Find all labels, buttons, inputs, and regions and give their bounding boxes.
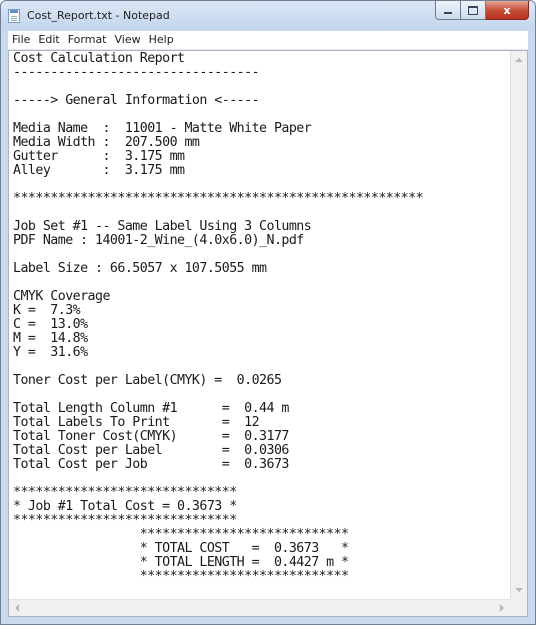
document-line: * TOTAL LENGTH = 0.4427 m * — [13, 555, 349, 570]
document-line: Alley : 3.175 mm — [13, 163, 185, 178]
window-controls: x — [435, 1, 529, 21]
document-line: --------------------------------- — [13, 65, 260, 80]
horizontal-scrollbar[interactable] — [9, 599, 510, 616]
document-line: PDF Name : 14001-2_Wine_(4.0x6.0)_N.pdf — [13, 233, 304, 248]
document-line: K = 7.3% — [13, 303, 81, 318]
document-line: ****************************************… — [13, 191, 424, 206]
document-line: **************************** — [13, 569, 349, 584]
scroll-up-arrow-icon[interactable] — [515, 58, 523, 62]
document-line: Gutter : 3.175 mm — [13, 149, 185, 164]
document-line: Toner Cost per Label(CMYK) = 0.0265 — [13, 373, 282, 388]
scrollbar-corner — [510, 599, 527, 616]
document-line: Total Length Column #1 = 0.44 m — [13, 401, 289, 416]
document-line: ****************************** — [13, 513, 237, 528]
document-line: Total Cost per Label = 0.0306 — [13, 443, 289, 458]
menu-edit[interactable]: Edit — [34, 31, 63, 49]
document-line: **************************** — [13, 527, 349, 542]
document-line: -----> General Information <----- — [13, 93, 260, 108]
notepad-icon — [8, 9, 20, 23]
close-button[interactable]: x — [486, 1, 529, 20]
notepad-window: Cost_Report.txt - Notepad x File Edit Fo… — [0, 0, 536, 625]
document-line: ****************************** — [13, 485, 237, 500]
document-line: Total Labels To Print = 12 — [13, 415, 260, 430]
close-icon: x — [503, 3, 511, 17]
minimize-button[interactable] — [435, 1, 461, 20]
scroll-down-arrow-icon[interactable] — [515, 588, 523, 592]
document-line: Label Size : 66.5057 x 107.5055 mm — [13, 261, 267, 276]
scroll-right-arrow-icon[interactable] — [500, 604, 504, 612]
vertical-scrollbar[interactable] — [510, 51, 527, 599]
document-line: Media Name : 11001 - Matte White Paper — [13, 121, 312, 136]
document-line: Y = 31.6% — [13, 345, 88, 360]
scroll-left-arrow-icon[interactable] — [15, 604, 19, 612]
menu-format[interactable]: Format — [64, 31, 111, 49]
document-line: Total Cost per Job = 0.3673 — [13, 457, 289, 472]
window-title: Cost_Report.txt - Notepad — [27, 9, 170, 22]
document-line: CMYK Coverage — [13, 289, 110, 304]
document-line: C = 13.0% — [13, 317, 88, 332]
document-line: Media Width : 207.500 mm — [13, 135, 200, 150]
document-line: Cost Calculation Report — [13, 51, 185, 66]
maximize-button[interactable] — [461, 1, 486, 20]
title-bar[interactable]: Cost_Report.txt - Notepad x — [1, 1, 535, 31]
document-line: Total Toner Cost(CMYK) = 0.3177 — [13, 429, 289, 444]
menu-bar: File Edit Format View Help — [8, 31, 528, 50]
maximize-icon — [468, 5, 478, 15]
menu-view[interactable]: View — [111, 31, 145, 49]
document-line: Job Set #1 -- Same Label Using 3 Columns — [13, 219, 312, 234]
document-text-area[interactable]: Cost Calculation Report -----------------… — [9, 51, 510, 599]
menu-file[interactable]: File — [8, 31, 34, 49]
minimize-icon — [444, 11, 452, 14]
text-editor[interactable]: Cost Calculation Report -----------------… — [8, 50, 528, 617]
document-line: M = 14.8% — [13, 331, 88, 346]
menu-help[interactable]: Help — [145, 31, 178, 49]
document-line: * TOTAL COST = 0.3673 * — [13, 541, 349, 556]
document-line: * Job #1 Total Cost = 0.3673 * — [13, 499, 237, 514]
